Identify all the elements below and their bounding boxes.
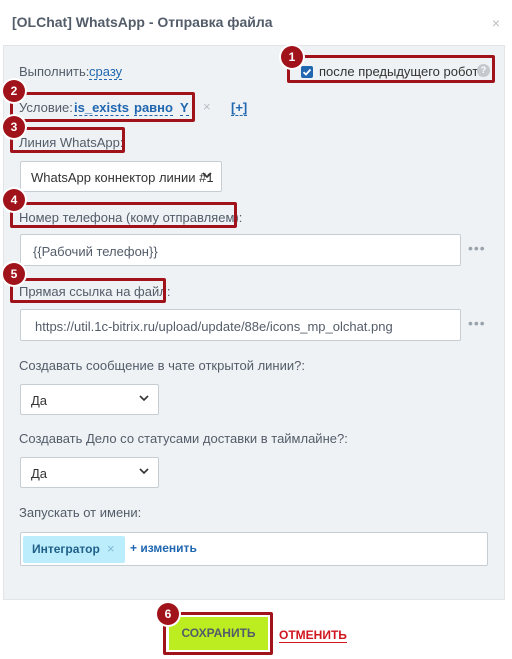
callout-box-5: [10, 278, 166, 303]
file-link-input[interactable]: https://util.1c-bitrix.ru/upload/update/…: [20, 309, 461, 341]
chevron-down-icon: [202, 172, 212, 179]
run-as-label: Запускать от имени:: [19, 505, 142, 520]
whatsapp-line-select[interactable]: WhatsApp коннектор линии #1: [20, 161, 222, 192]
callout-badge-5: 5: [3, 263, 25, 285]
create-message-select[interactable]: Да: [20, 384, 159, 415]
callout-badge-2: 2: [3, 80, 25, 102]
callout-badge-6: 6: [157, 603, 179, 625]
callout-box-1: [287, 55, 495, 83]
chevron-down-icon: [139, 395, 149, 402]
user-tag-label: Интегратор: [32, 542, 100, 556]
condition-remove-icon[interactable]: ×: [203, 99, 211, 114]
create-task-value: Да: [31, 466, 48, 481]
callout-badge-1: 1: [281, 46, 303, 68]
dialog-title: [OLChat] WhatsApp - Отправка файла: [12, 14, 273, 30]
more-dots-icon[interactable]: •••: [468, 240, 486, 256]
create-message-label: Создавать сообщение в чате открытой лини…: [19, 358, 305, 373]
tag-remove-icon[interactable]: ×: [107, 541, 115, 556]
close-icon[interactable]: ×: [492, 15, 500, 31]
cancel-button[interactable]: ОТМЕНИТЬ: [279, 628, 347, 643]
file-link-value: https://util.1c-bitrix.ru/upload/update/…: [35, 319, 393, 334]
phone-input[interactable]: {{Рабочий телефон}}: [20, 234, 461, 266]
create-message-value: Да: [31, 393, 48, 408]
callout-box-6: [163, 612, 273, 655]
create-task-label: Создавать Дело со статусами доставки в т…: [19, 431, 348, 446]
user-tag: Интегратор ×: [23, 536, 125, 563]
more-dots-icon[interactable]: •••: [468, 315, 486, 331]
phone-value: {{Рабочий телефон}}: [33, 244, 158, 259]
callout-box-2: [10, 92, 195, 122]
create-task-select[interactable]: Да: [20, 457, 159, 488]
callout-box-3: [10, 127, 125, 153]
titlebar: [OLChat] WhatsApp - Отправка файла ×: [0, 0, 512, 44]
execute-mode-link[interactable]: сразу: [89, 64, 123, 80]
execute-label: Выполнить:: [19, 64, 90, 79]
chevron-down-icon: [139, 468, 149, 475]
condition-add-link[interactable]: [+]: [231, 100, 248, 116]
callout-badge-3: 3: [3, 116, 25, 138]
callout-box-4: [10, 202, 237, 228]
dialog: [OLChat] WhatsApp - Отправка файла × Вып…: [0, 0, 512, 659]
whatsapp-line-value: WhatsApp коннектор линии #1: [31, 170, 214, 185]
callout-badge-4: 4: [3, 189, 25, 211]
change-user-link[interactable]: + изменить: [130, 541, 197, 555]
